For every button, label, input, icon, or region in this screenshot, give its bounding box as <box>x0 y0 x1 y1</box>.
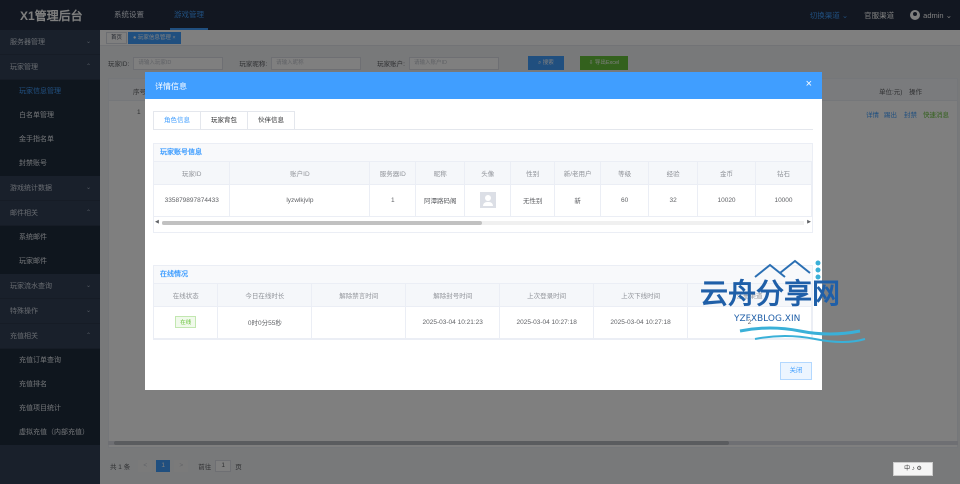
cell-unban-time: 2025-03-04 10:21:23 <box>405 306 501 339</box>
tab-partner-info[interactable]: 伙伴信息 <box>248 112 294 130</box>
ime-toolbar[interactable]: 中 ♪ ⚙ <box>893 462 933 476</box>
scrollbar-thumb[interactable] <box>162 220 482 225</box>
tab-player-bag[interactable]: 玩家背包 <box>201 112 248 130</box>
cell-avatar <box>464 184 512 217</box>
col-online-status: 在线状态 <box>154 284 219 307</box>
col-last-login: 上次登录时间 <box>499 284 595 307</box>
close-button[interactable]: 关闭 <box>780 362 812 380</box>
watermark-graphic: 云舟分享网 YZFXBLOG.XIN <box>700 259 866 343</box>
dialog-header: 详情信息 × <box>145 72 822 99</box>
col-avatar: 头像 <box>464 162 512 185</box>
cell-exp: 32 <box>648 184 699 217</box>
cell-online-status: 在线 <box>154 306 219 339</box>
col-nickname: 昵称 <box>415 162 466 185</box>
col-exp: 经验 <box>648 162 699 185</box>
col-unban-time: 解除封号时间 <box>405 284 501 307</box>
account-table-scrollbar[interactable]: ◀ ▶ <box>154 219 812 226</box>
col-account-id: 账户ID <box>229 162 371 185</box>
cell-level: 60 <box>600 184 650 217</box>
cell-nickname: 阿潭路码阁 <box>415 184 466 217</box>
account-info-table: 玩家ID 账户ID 服务器ID 昵称 头像 性别 新/老用户 等级 经验 金币 … <box>154 162 812 217</box>
cell-server-id: 1 <box>369 184 417 217</box>
online-badge: 在线 <box>175 316 197 328</box>
avatar-placeholder-icon <box>479 192 496 208</box>
cell-gold: 10020 <box>697 184 756 217</box>
table-row: 335879897874433 lyzwlkjvlp 1 阿潭路码阁 无性别 新… <box>154 184 812 217</box>
cell-last-logout: 2025-03-04 10:27:18 <box>593 306 689 339</box>
scroll-left-icon[interactable]: ◀ <box>155 219 159 225</box>
col-last-logout: 上次下线时间 <box>593 284 689 307</box>
cell-account-id: lyzwlkjvlp <box>229 184 371 217</box>
col-server-id: 服务器ID <box>369 162 417 185</box>
cell-today-online: 0时0分55秒 <box>217 306 313 339</box>
cell-new-old-user: 新 <box>554 184 602 217</box>
account-info-table-wrap: 玩家ID 账户ID 服务器ID 昵称 头像 性别 新/老用户 等级 经验 金币 … <box>154 162 812 217</box>
tab-role-info[interactable]: 角色信息 <box>154 112 201 130</box>
tabs-divider <box>153 129 813 130</box>
account-info-header-row: 玩家ID 账户ID 服务器ID 昵称 头像 性别 新/老用户 等级 经验 金币 … <box>154 162 812 185</box>
col-level: 等级 <box>600 162 650 185</box>
account-info-section: 玩家账号信息 玩家ID 账户ID 服务器ID 昵称 头像 性别 新/老用户 等级 <box>153 143 813 233</box>
col-today-online: 今日在线时长 <box>217 284 313 307</box>
cell-gender: 无性别 <box>510 184 556 217</box>
col-diamond: 钻石 <box>755 162 812 185</box>
watermark-logo: 云舟分享网 YZFXBLOG.XIN <box>700 255 870 345</box>
dialog-title: 详情信息 <box>155 82 187 91</box>
col-gold: 金币 <box>697 162 756 185</box>
close-icon[interactable]: × <box>806 78 812 90</box>
cell-last-login: 2025-03-04 10:27:18 <box>499 306 595 339</box>
dialog-tabs: 角色信息 玩家背包 伙伴信息 <box>153 111 295 130</box>
col-new-old-user: 新/老用户 <box>554 162 602 185</box>
cell-diamond: 10000 <box>755 184 812 217</box>
account-info-title: 玩家账号信息 <box>154 144 812 162</box>
col-unmute-time: 解除禁言时间 <box>311 284 407 307</box>
watermark-text: 云舟分享网 <box>700 277 840 310</box>
cell-player-id: 335879897874433 <box>154 184 231 217</box>
watermark-url: YZFXBLOG.XIN <box>733 314 800 324</box>
col-gender: 性别 <box>510 162 556 185</box>
cell-unmute-time <box>311 306 407 339</box>
col-player-id: 玩家ID <box>154 162 231 185</box>
scroll-right-icon[interactable]: ▶ <box>807 219 811 225</box>
